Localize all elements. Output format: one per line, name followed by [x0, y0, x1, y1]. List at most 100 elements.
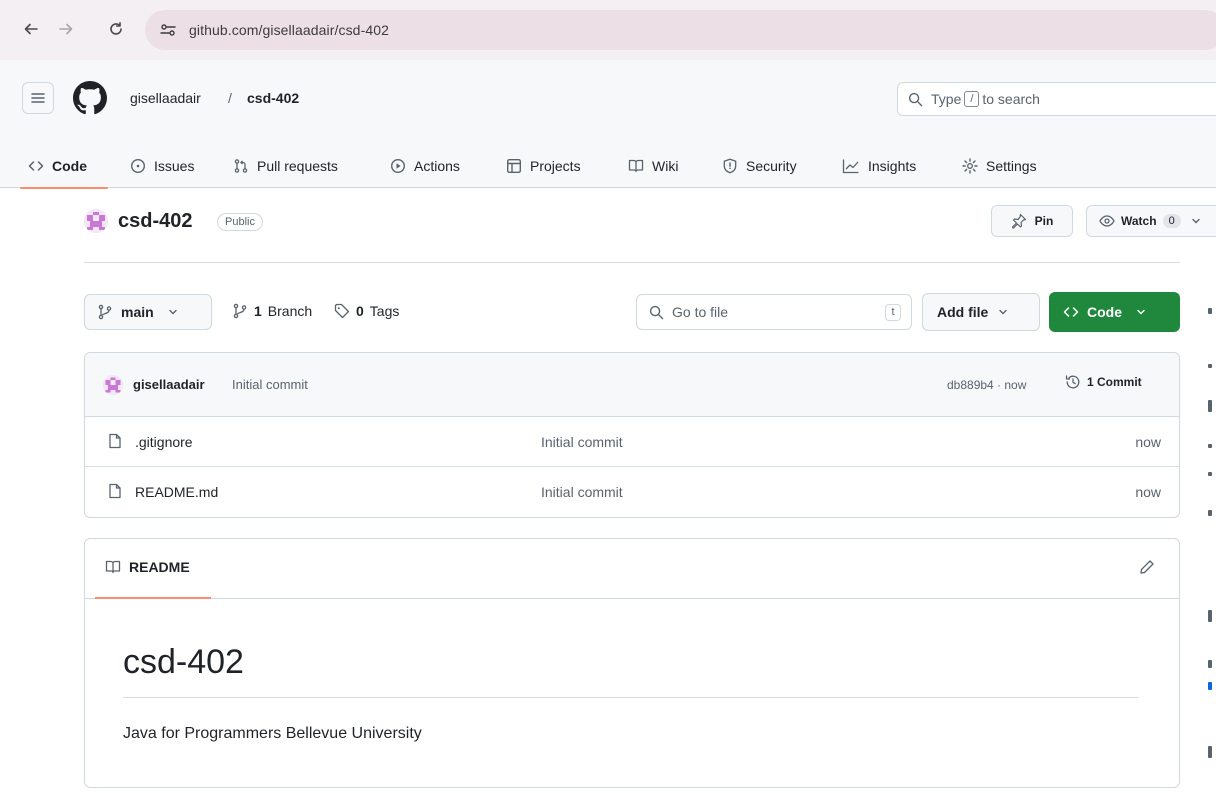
table-icon [506, 158, 522, 174]
shield-icon [722, 158, 738, 174]
address-bar[interactable]: github.com/gisellaadair/csd-402 [145, 10, 1216, 50]
tab-actions[interactable]: Actions [390, 144, 460, 188]
branch-count-label: Branch [267, 303, 313, 319]
visibility-badge: Public [217, 213, 263, 231]
table-row[interactable]: .gitignore Initial commit now [85, 417, 1179, 467]
github-logo-icon[interactable] [73, 81, 107, 115]
chevron-down-icon [168, 307, 178, 317]
branch-selector[interactable]: main [84, 294, 212, 330]
code-button-label: Code [1087, 304, 1122, 320]
forward-arrow-icon[interactable] [55, 18, 77, 40]
back-arrow-icon[interactable] [20, 18, 42, 40]
branch-name: main [121, 304, 154, 320]
branch-icon [97, 304, 113, 320]
avatar[interactable] [103, 375, 123, 395]
chevron-down-icon [998, 307, 1008, 317]
github-header: gisellaadair / csd-402 Type / to search … [0, 60, 1216, 189]
commit-hash-time[interactable]: db889b4 · now [947, 378, 1026, 392]
file-name[interactable]: .gitignore [135, 434, 193, 450]
search-shortcut-key: / [964, 91, 980, 107]
add-file-button[interactable]: Add file [922, 293, 1040, 331]
tab-insights[interactable]: Insights [842, 144, 916, 188]
issue-icon [130, 158, 146, 174]
file-commit-message[interactable]: Initial commit [541, 484, 623, 500]
book-icon [105, 559, 121, 575]
tab-projects[interactable]: Projects [506, 144, 581, 188]
repo-title-row: csd-402 Public Pin Watch 0 [84, 205, 1216, 245]
tab-issues[interactable]: Issues [130, 144, 194, 188]
code-button[interactable]: Code [1049, 292, 1180, 332]
hamburger-menu-button[interactable] [22, 82, 54, 114]
breadcrumb-separator: / [228, 90, 232, 106]
url-text: github.com/gisellaadair/csd-402 [189, 22, 389, 38]
reload-icon[interactable] [105, 18, 127, 40]
readme-heading: csd-402 [123, 643, 244, 681]
commit-author[interactable]: gisellaadair [133, 377, 205, 392]
file-name[interactable]: README.md [135, 484, 218, 500]
search-placeholder-suffix: to search [982, 91, 1040, 107]
selected-tab-indicator [20, 187, 108, 189]
tab-settings[interactable]: Settings [962, 144, 1037, 188]
file-commit-message[interactable]: Initial commit [541, 434, 623, 450]
readme-divider [123, 697, 1139, 698]
breadcrumb-owner[interactable]: gisellaadair [130, 90, 201, 106]
pin-icon [1011, 213, 1027, 229]
readme-tab[interactable]: README [105, 559, 190, 575]
tab-label: Wiki [652, 158, 679, 174]
tab-label: Projects [530, 158, 581, 174]
chevron-down-icon [1191, 216, 1201, 226]
go-to-file-input[interactable]: Go to file t [636, 294, 912, 330]
commits-link[interactable]: 1 Commit [1065, 374, 1142, 390]
repo-title[interactable]: csd-402 [118, 210, 193, 233]
gear-icon [962, 158, 978, 174]
tags-link[interactable]: 0 Tags [334, 303, 399, 319]
watch-label: Watch [1121, 214, 1157, 228]
commits-label: 1 Commit [1087, 375, 1142, 389]
tab-label: Actions [414, 158, 460, 174]
tab-label: Issues [154, 158, 195, 174]
site-settings-icon[interactable] [159, 23, 177, 37]
tab-label: Pull requests [257, 158, 338, 174]
play-icon [390, 158, 406, 174]
tab-label: Insights [868, 158, 917, 174]
tab-pull-requests[interactable]: Pull requests [233, 144, 338, 188]
chevron-down-icon [1136, 307, 1146, 317]
repo-tabs: Code Issues Pull requests Actions Projec… [0, 144, 1216, 189]
code-icon [28, 158, 44, 174]
tab-label: Security [746, 158, 797, 174]
readme-panel: README csd-402 Java for Programmers Bell… [84, 538, 1180, 788]
pin-button[interactable]: Pin [991, 205, 1073, 237]
watch-count: 0 [1162, 214, 1181, 228]
readme-header: README [85, 539, 1179, 599]
commit-message[interactable]: Initial commit [232, 377, 308, 392]
book-icon [628, 158, 644, 174]
go-to-file-shortcut: t [885, 304, 901, 321]
go-to-file-placeholder: Go to file [672, 304, 729, 320]
tag-icon [334, 303, 350, 319]
tag-count: 0 [356, 303, 364, 319]
pull-request-icon [233, 158, 249, 174]
file-icon [107, 433, 123, 449]
search-icon [908, 92, 923, 106]
pencil-icon[interactable] [1139, 559, 1155, 575]
tab-security[interactable]: Security [722, 144, 797, 188]
pin-label: Pin [1034, 214, 1054, 228]
tab-wiki[interactable]: Wiki [628, 144, 678, 188]
hamburger-icon [31, 93, 45, 103]
branch-count: 1 [254, 303, 262, 319]
owner-avatar[interactable] [84, 209, 108, 233]
file-commit-date: now [1135, 434, 1161, 450]
global-search-input[interactable]: Type / to search [897, 82, 1216, 116]
branches-link[interactable]: 1 Branch [232, 303, 312, 319]
branch-icon [232, 303, 248, 319]
latest-commit-bar: gisellaadair Initial commit db889b4 · no… [85, 353, 1179, 417]
about-sidebar-edge [1200, 300, 1216, 760]
tag-count-label: Tags [369, 303, 400, 319]
watch-button[interactable]: Watch 0 [1086, 205, 1216, 237]
code-icon [1063, 304, 1079, 320]
tab-code[interactable]: Code [28, 144, 87, 188]
search-placeholder-prefix: Type [931, 91, 962, 107]
table-row[interactable]: README.md Initial commit now [85, 467, 1179, 517]
breadcrumb-repo[interactable]: csd-402 [247, 90, 299, 106]
file-table: gisellaadair Initial commit db889b4 · no… [84, 352, 1180, 518]
